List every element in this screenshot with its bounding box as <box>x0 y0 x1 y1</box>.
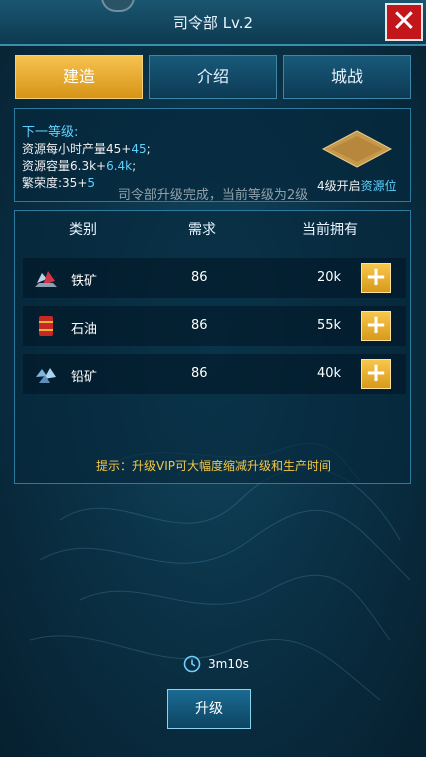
resource-owned: 40k <box>317 366 342 381</box>
lead-ore-icon <box>36 368 56 383</box>
resource-name: 铅矿 <box>71 370 98 385</box>
resource-name: 石油 <box>71 322 98 337</box>
add-oil-button[interactable]: + <box>361 311 391 341</box>
resource-owned: 55k <box>317 318 342 333</box>
resource-tile-icon <box>321 130 393 168</box>
table-row: 铁矿 86 20k + <box>23 258 406 298</box>
resource-need: 86 <box>191 270 208 285</box>
resource-need: 86 <box>191 318 208 333</box>
clock-icon <box>183 655 201 673</box>
upgrade-complete-toast: 司令部升级完成，当前等级为2级 <box>117 188 309 203</box>
next-level-title: 下一等级: <box>22 125 79 140</box>
header-need: 需求 <box>188 222 216 238</box>
tab-build[interactable]: 建造 <box>15 55 143 99</box>
add-iron-button[interactable]: + <box>361 263 391 293</box>
next-level-line: 资源每小时产量45+45; <box>22 142 151 156</box>
iron-ore-icon <box>35 271 57 287</box>
resource-requirements-panel: 类别 需求 当前拥有 铁矿 86 20k + 石油 86 55k + 铅矿 86… <box>14 210 411 484</box>
timer-text: 3m10s <box>208 657 249 671</box>
resource-owned: 20k <box>317 270 342 285</box>
resource-need: 86 <box>191 366 208 381</box>
tab-city-war[interactable]: 城战 <box>283 55 411 99</box>
upgrade-button[interactable]: 升级 <box>167 689 251 729</box>
gear-icon <box>101 0 135 12</box>
table-row: 石油 86 55k + <box>23 306 406 346</box>
oil-barrel-icon <box>39 316 53 336</box>
resource-name: 铁矿 <box>71 274 98 289</box>
tab-bar: 建造 介绍 城战 <box>15 55 411 99</box>
upgrade-timer: 3m10s <box>183 655 253 673</box>
close-button[interactable]: ✕ <box>385 3 423 41</box>
title-bar: 司令部 Lv.2 ✕ <box>0 0 426 46</box>
page-title: 司令部 Lv.2 <box>172 14 254 32</box>
tab-intro[interactable]: 介绍 <box>149 55 277 99</box>
header-category: 类别 <box>69 222 97 238</box>
header-owned: 当前拥有 <box>302 222 358 238</box>
add-lead-button[interactable]: + <box>361 359 391 389</box>
table-row: 铅矿 86 40k + <box>23 354 406 394</box>
vip-tip: 提示：升级VIP可大幅度缩减升级和生产时间 <box>96 459 331 473</box>
next-level-line: 资源容量6.3k+6.4k; <box>22 159 137 173</box>
